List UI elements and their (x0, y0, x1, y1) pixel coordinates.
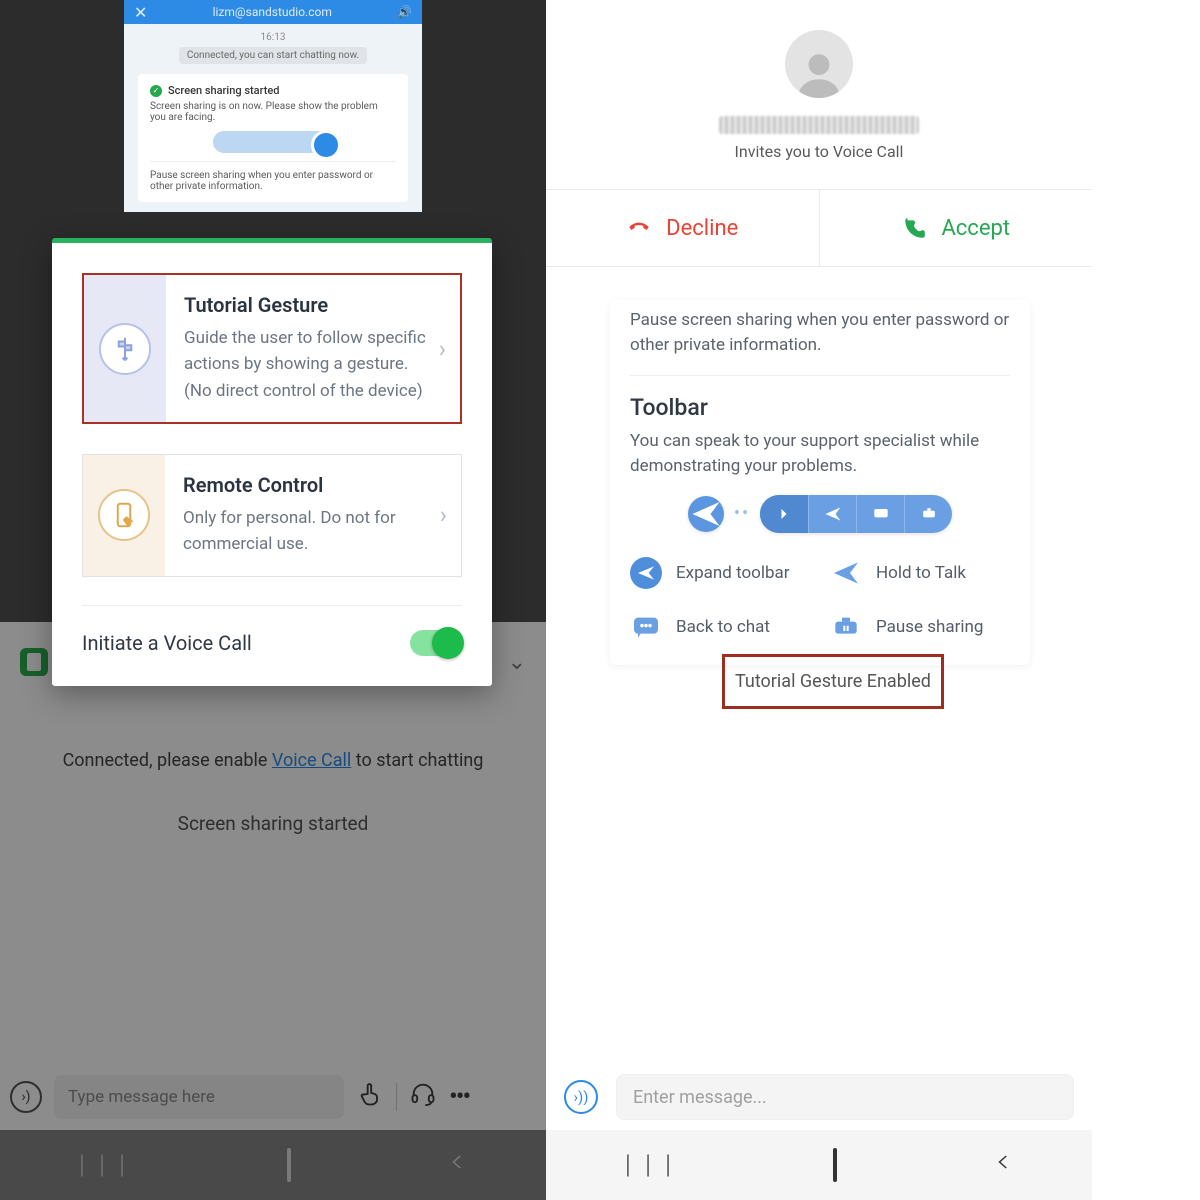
incoming-call-card: Invites you to Voice Call Decline Accept (546, 0, 1092, 267)
toolbar-info-card: Pause screen sharing when you enter pass… (610, 300, 1030, 665)
toolbar-preview-icon (213, 131, 333, 153)
pause-share-icon (830, 611, 862, 643)
toolbar-subtitle: You can speak to your support specialist… (630, 429, 1010, 478)
legend-expand: Expand toolbar (630, 557, 810, 589)
chat-bubble-icon (630, 611, 662, 643)
check-icon: ✓ (150, 85, 162, 97)
toolbar-title: Toolbar (630, 394, 1010, 421)
chat-timestamp: 16:13 (124, 24, 422, 47)
option-tutorial-gesture[interactable]: Tutorial Gesture Guide the user to follo… (82, 273, 462, 424)
plane-send-icon (830, 557, 862, 589)
accept-button[interactable]: Accept (820, 190, 1093, 266)
plane-icon (688, 496, 724, 532)
chat-connected-pill: Connected, you can start chatting now. (179, 47, 367, 64)
legend-pause-sharing: Pause sharing (830, 611, 1010, 643)
card-title: Screen sharing started (168, 84, 279, 97)
mode-selection-modal: Tutorial Gesture Guide the user to follo… (52, 238, 492, 686)
caller-name (546, 116, 1092, 138)
left-screenshot: ✕ lizm@sandstudio.com 🔊 16:13 Connected,… (0, 0, 546, 1200)
invite-text: Invites you to Voice Call (546, 142, 1092, 161)
speaker-icon[interactable]: 🔊 (397, 5, 412, 19)
chevron-right-icon: › (440, 501, 461, 529)
home-icon[interactable] (833, 1150, 837, 1180)
android-navbar: | | | (546, 1130, 1092, 1200)
plane-send-icon (808, 495, 856, 533)
card-line2: Pause screen sharing when you enter pass… (150, 170, 396, 192)
remote-control-icon (83, 455, 165, 576)
chat-header: ✕ lizm@sandstudio.com 🔊 (124, 0, 422, 24)
bottom-area: ⌄ Connected, please enable Voice Call to… (0, 622, 546, 1200)
tutorial-gesture-icon (84, 275, 166, 422)
close-icon[interactable]: ✕ (134, 3, 147, 22)
dim-overlay (0, 622, 546, 1200)
talk-icon[interactable]: ›)) (564, 1080, 598, 1114)
toolbar-pill (760, 495, 952, 533)
voice-call-label: Initiate a Voice Call (82, 631, 252, 655)
avatar-icon (785, 30, 853, 98)
option-desc: Only for personal. Do not for commercial… (183, 505, 430, 558)
voice-call-toggle[interactable] (410, 630, 462, 656)
chat-title: lizm@sandstudio.com (213, 5, 332, 19)
legend-back-chat: Back to chat (630, 611, 810, 643)
option-title: Remote Control (183, 473, 430, 497)
tutorial-gesture-enabled-toast: Tutorial Gesture Enabled (722, 654, 944, 709)
expand-arrow-icon (760, 495, 808, 533)
option-title: Tutorial Gesture (184, 293, 429, 317)
legend-hold-talk: Hold to Talk (830, 557, 1010, 589)
dots-icon: •• (734, 503, 750, 524)
chat-info-card: ✓ Screen sharing started Screen sharing … (138, 74, 408, 202)
recent-apps-icon[interactable]: | | | (625, 1150, 675, 1180)
toolbar-preview: •• (630, 495, 1010, 533)
chevron-right-icon: › (439, 335, 460, 363)
phone-hangup-icon (626, 215, 652, 241)
option-desc: Guide the user to follow specific action… (184, 325, 429, 404)
pause-warning: Pause screen sharing when you enter pass… (630, 308, 1010, 357)
decline-button[interactable]: Decline (546, 190, 819, 266)
right-screenshot: Pause screen sharing when you enter pass… (546, 0, 1092, 1200)
plane-icon (630, 557, 662, 589)
back-icon[interactable] (995, 1149, 1013, 1182)
card-line1: Screen sharing is on now. Please show th… (150, 101, 396, 123)
chat-app-preview: ✕ lizm@sandstudio.com 🔊 16:13 Connected,… (124, 0, 422, 212)
toolbar-legend: Expand toolbar Hold to Talk Back to chat… (630, 557, 1010, 643)
message-input[interactable]: Enter message... (616, 1074, 1074, 1120)
chat-bubble-icon (856, 495, 904, 533)
voice-call-toggle-row: Initiate a Voice Call (82, 630, 462, 656)
phone-icon (901, 215, 927, 241)
option-remote-control[interactable]: Remote Control Only for personal. Do not… (82, 454, 462, 577)
message-input-bar: ›)) Enter message... (564, 1074, 1074, 1120)
pause-share-icon (904, 495, 952, 533)
